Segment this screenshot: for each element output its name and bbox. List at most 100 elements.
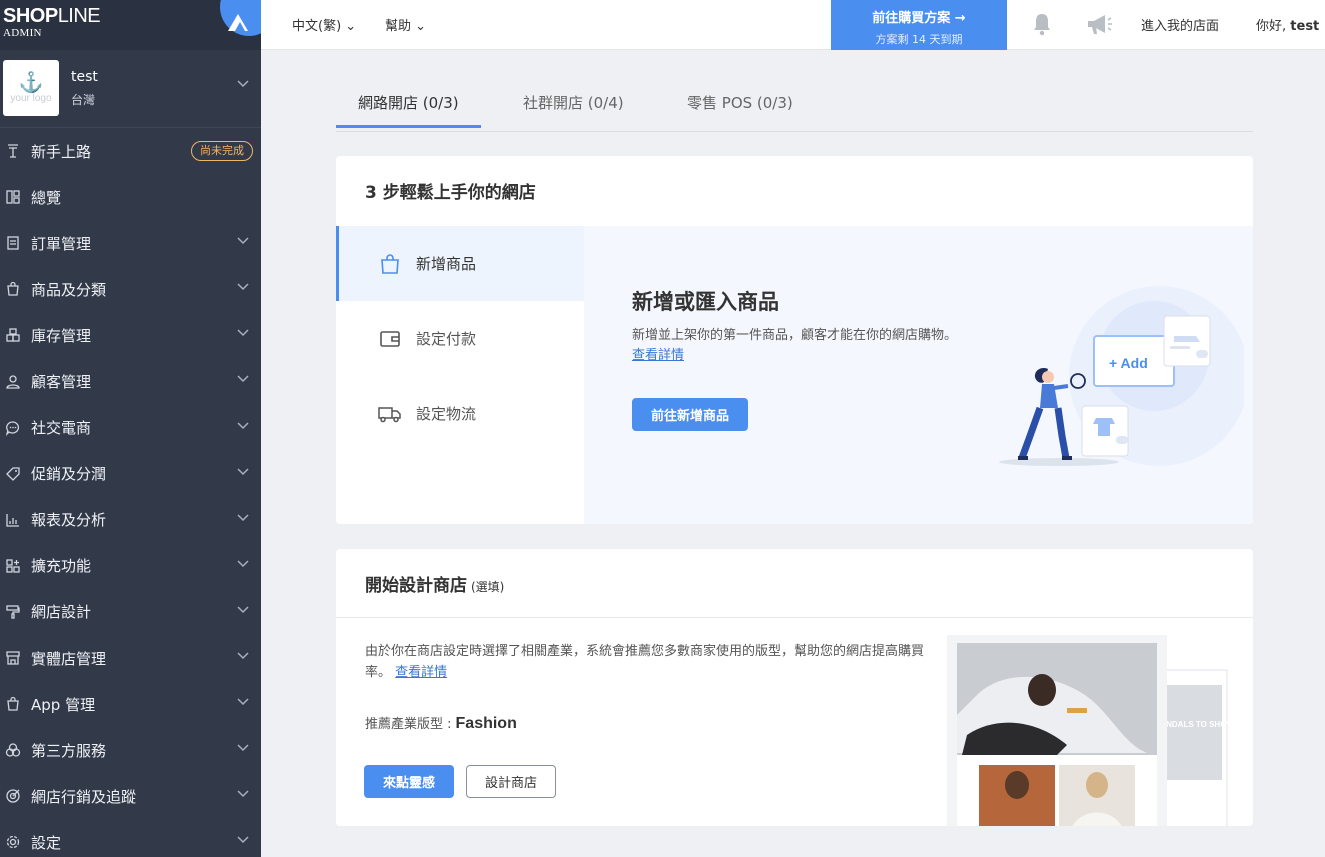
chevron-down-icon	[237, 468, 249, 475]
sidebar-item-label: 報表及分析	[31, 511, 107, 530]
sidebar-item-onboarding[interactable]: 新手上路 尚未完成	[0, 128, 261, 174]
sidebar-nav: 新手上路 尚未完成 總覽 訂單管理 商品及分類 庫存管理 顧客管理 社交電商 促…	[0, 128, 261, 857]
app-bag-icon	[4, 695, 22, 713]
tab-retail-pos[interactable]: 零售 POS (0/3)	[665, 80, 815, 128]
sidebar-item-reports[interactable]: 報表及分析	[0, 497, 261, 543]
user-icon	[4, 373, 22, 391]
sidebar-item-orders[interactable]: 訂單管理	[0, 220, 261, 266]
tab-online-store[interactable]: 網路開店 (0/3)	[336, 80, 481, 128]
store-name: test	[71, 69, 98, 85]
brand-bar: SHOPLINE ADMIN	[0, 0, 261, 50]
bag-icon	[4, 280, 22, 298]
learn-more-link[interactable]: 查看詳情	[395, 665, 447, 680]
recommended-theme-value: Fashion	[455, 715, 517, 732]
brand-mark-icon	[228, 14, 248, 31]
shopline-logo[interactable]: SHOPLINE	[3, 6, 101, 26]
user-menu[interactable]: 你好, test ⌄	[1256, 15, 1325, 34]
setup-steps: 新增商品 設定付款 設定物流	[336, 226, 584, 524]
order-icon	[4, 234, 22, 252]
design-store-button[interactable]: 設計商店	[466, 765, 556, 798]
illus-add-label: + Add	[1109, 355, 1148, 371]
sidebar-item-label: 訂單管理	[31, 234, 92, 253]
chevron-down-icon	[237, 514, 249, 521]
design-description: 由於你在商店設定時選擇了相關產業，系統會推薦您多數商家使用的版型，幫助您的網店提…	[365, 644, 925, 680]
chevron-down-icon: ⌄	[415, 19, 427, 34]
store-avatar: ⚓ your logo	[3, 60, 59, 116]
dashboard-icon	[4, 188, 22, 206]
sidebar-item-retail-store[interactable]: 實體店管理	[0, 635, 261, 681]
sidebar-item-label: 促銷及分潤	[31, 465, 107, 484]
recommended-theme: 推薦產業版型 : Fashion	[365, 715, 517, 732]
sidebar-item-label: 第三方服務	[31, 741, 107, 760]
optional-label: (選填)	[471, 580, 505, 594]
chevron-down-icon	[237, 744, 249, 752]
chevron-down-icon: ⌄	[345, 19, 357, 34]
chevron-down-icon	[237, 283, 249, 291]
anchor-icon: ⚓	[18, 71, 44, 94]
sidebar-item-products[interactable]: 商品及分類	[0, 266, 261, 312]
sidebar-item-extensions[interactable]: 擴充功能	[0, 543, 261, 589]
setup-title: 3 步輕鬆上手你的網店	[365, 183, 536, 203]
sidebar-item-store-design[interactable]: 網店設計	[0, 589, 261, 635]
chevron-down-icon	[237, 422, 249, 429]
panel-description: 新增並上架你的第一件商品，顧客才能在你的網店購物。 查看詳情	[632, 328, 958, 363]
sidebar-item-third-party[interactable]: 第三方服務	[0, 727, 261, 773]
sidebar-item-label: 網店行銷及追蹤	[31, 787, 137, 806]
sidebar-item-social-commerce[interactable]: 社交電商	[0, 405, 261, 451]
go-add-product-button[interactable]: 前往新增商品	[632, 398, 748, 431]
sidebar-item-overview[interactable]: 總覽	[0, 174, 261, 220]
sidebar-item-label: 網店設計	[31, 603, 92, 622]
panel-title: 新增或匯入商品	[632, 290, 779, 314]
learn-more-link[interactable]: 查看詳情	[632, 348, 684, 363]
sidebar-item-label: 顧客管理	[31, 373, 92, 392]
admin-label: ADMIN	[3, 27, 42, 39]
step-detail-panel: 新增或匯入商品 新增並上架你的第一件商品，顧客才能在你的網店購物。 查看詳情 前…	[584, 226, 1253, 524]
sidebar-item-inventory[interactable]: 庫存管理	[0, 312, 261, 358]
divider	[336, 617, 1253, 618]
store-switcher[interactable]: ⚓ your logo test 台灣	[0, 50, 261, 128]
bag-icon	[378, 252, 402, 276]
store-region: 台灣	[71, 93, 96, 107]
sidebar-item-label: 社交電商	[31, 419, 92, 438]
chevron-down-icon	[237, 836, 249, 844]
language-dropdown[interactable]: 中文(繁) ⌄	[292, 15, 356, 34]
get-inspired-button[interactable]: 來點靈感	[364, 765, 454, 798]
bell-icon[interactable]	[1031, 12, 1053, 36]
top-bar: 中文(繁) ⌄ 幫助 ⌄ 前往購買方案 → 方案剩 14 天到期 進入我的店面 …	[261, 0, 1325, 50]
avatar-placeholder-text: your logo	[10, 92, 52, 104]
chevron-down-icon	[237, 652, 249, 660]
target-icon	[4, 787, 22, 805]
sidebar-item-label: 庫存管理	[31, 326, 92, 345]
sidebar-item-marketing[interactable]: 網店行銷及追蹤	[0, 773, 261, 819]
tab-social-store[interactable]: 社群開店 (0/4)	[501, 80, 646, 128]
step-add-product[interactable]: 新增商品	[336, 226, 584, 301]
sidebar-item-label: 擴充功能	[31, 557, 92, 576]
chevron-down-icon	[237, 329, 249, 337]
sidebar-item-app[interactable]: App 管理	[0, 681, 261, 727]
plan-expiry-text: 方案剩 14 天到期	[875, 33, 963, 46]
gear-icon	[4, 833, 22, 851]
sidebar-item-settings[interactable]: 設定	[0, 819, 261, 857]
visit-store-link[interactable]: 進入我的店面	[1141, 15, 1219, 34]
sidebar-item-promotions[interactable]: 促銷及分潤	[0, 451, 261, 497]
wallet-icon	[378, 327, 402, 351]
inventory-icon	[4, 326, 22, 344]
megaphone-icon[interactable]	[1085, 12, 1113, 36]
chevron-down-icon	[237, 375, 249, 383]
chart-icon	[4, 511, 22, 529]
add-product-illustration: + Add	[999, 286, 1244, 466]
step-label: 新增商品	[416, 255, 477, 273]
setup-card: 3 步輕鬆上手你的網店 新增商品 設定付款 設定物流 新增或匯入商品 新增並上架…	[336, 156, 1253, 524]
step-setup-shipping[interactable]: 設定物流	[336, 376, 584, 451]
step-label: 設定付款	[416, 330, 477, 348]
store-icon	[4, 649, 22, 667]
sidebar-item-customers[interactable]: 顧客管理	[0, 358, 261, 404]
sidebar-item-label: 商品及分類	[31, 280, 107, 299]
buy-plan-button[interactable]: 前往購買方案 → 方案剩 14 天到期	[831, 0, 1007, 50]
truck-icon	[378, 402, 402, 426]
sidebar-item-label: 實體店管理	[31, 649, 107, 668]
step-setup-payment[interactable]: 設定付款	[336, 301, 584, 376]
sidebar-item-label: App 管理	[31, 695, 96, 714]
help-dropdown[interactable]: 幫助 ⌄	[385, 15, 426, 34]
sidebar-item-label: 設定	[31, 833, 62, 852]
